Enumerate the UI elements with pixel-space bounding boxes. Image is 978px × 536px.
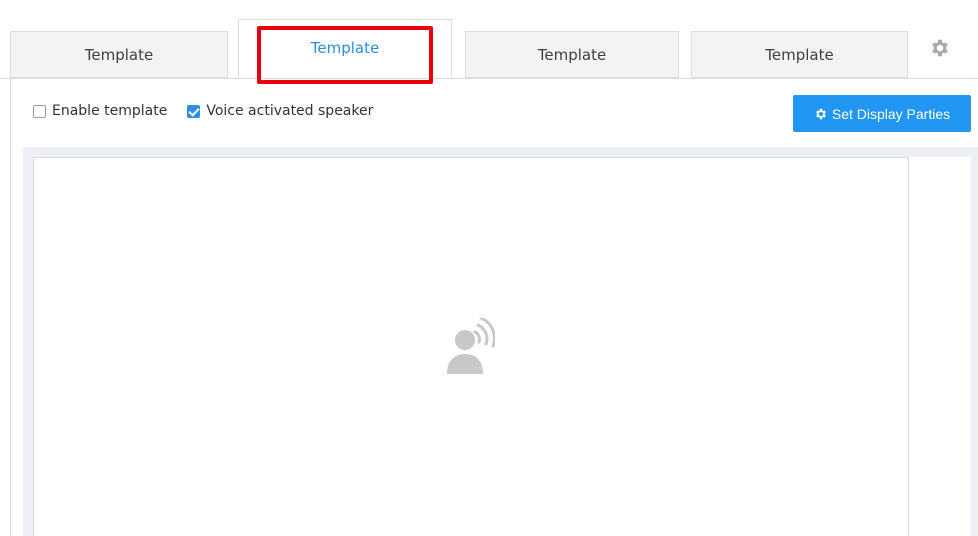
tab-template-2[interactable]: Template [238, 19, 452, 79]
gear-icon [815, 108, 826, 119]
tab-template-1[interactable]: Template [10, 31, 228, 78]
voice-activated-speaker-icon [447, 318, 495, 374]
voice-activated-speaker-checkbox[interactable] [187, 104, 201, 118]
pane-side-strip [909, 157, 971, 536]
template-settings-panel: Template Template Template Template Enab… [0, 0, 978, 536]
toolbar: Enable template Voice activated speaker … [0, 79, 978, 147]
tab-template-4[interactable]: Template [691, 31, 908, 78]
enable-template-checkbox[interactable] [33, 104, 46, 118]
tab-template-3[interactable]: Template [465, 31, 679, 78]
voice-activated-speaker-label: Voice activated speaker [206, 103, 374, 119]
set-display-parties-button[interactable]: Set Display Parties [793, 95, 971, 132]
tab-label: Template [310, 39, 380, 57]
tab-label: Template [765, 45, 834, 64]
tab-bar: Template Template Template Template [0, 0, 978, 79]
enable-template-label: Enable template [52, 103, 168, 119]
panel-left-border [10, 79, 11, 536]
tab-label: Template [84, 45, 154, 64]
tab-label: Template [537, 45, 607, 64]
gear-icon[interactable] [929, 37, 951, 59]
set-display-parties-label: Set Display Parties [831, 105, 951, 122]
template-options: Enable template Voice activated speaker [33, 103, 393, 119]
